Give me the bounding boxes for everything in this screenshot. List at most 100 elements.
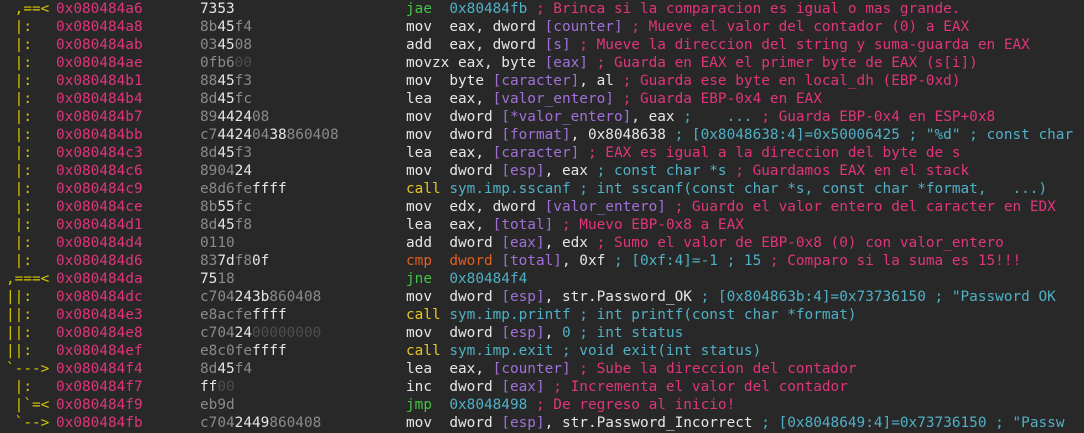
mnemonic: mov (406, 109, 432, 125)
operand-text[interactable]: sym.imp.sscanf (449, 181, 570, 197)
instruction-text: lea eax, [valor_entero] ; Guarda EBP-0x4… (406, 90, 1084, 108)
instruction-address[interactable]: 0x080484b1 (56, 72, 143, 90)
operand-text[interactable]: sym.imp.printf (449, 307, 570, 323)
instruction-address[interactable]: 0x080484c9 (56, 180, 143, 198)
operand-text: dword (449, 379, 502, 395)
operand-text[interactable]: sym.imp.exit (449, 343, 553, 359)
instruction-text: add eax, dword [s] ; Mueve la direccion … (406, 36, 1084, 54)
disasm-line[interactable]: |: 0x080484ce 8b55fc mov edx, dword [valor… (0, 198, 1084, 216)
mnemonic: mov (406, 415, 432, 431)
disasm-line[interactable]: ||: 0x080484dc c704243b860408 mov dword [e… (0, 288, 1084, 306)
operand-text[interactable]: 0x8048498 (449, 397, 527, 413)
operand-text: byte (449, 73, 493, 89)
instruction-address[interactable]: 0x080484a6 (56, 0, 143, 18)
opcode-byte-group: 0fb6 (200, 55, 235, 71)
instruction-address[interactable]: 0x080484e3 (56, 306, 143, 324)
disasm-line[interactable]: ||: 0x080484e3 e8acfeffff call sym.imp.pri… (0, 306, 1084, 324)
mnemonic: call (406, 181, 441, 197)
instruction-address[interactable]: 0x080484bb (56, 126, 143, 144)
disasm-line[interactable]: |: 0x080484bb c744240438860408 mov dword [… (0, 126, 1084, 144)
disasm-line[interactable]: |: 0x080484b1 8845f3 mov byte [caracter], … (0, 72, 1084, 90)
instruction-text: mov edx, dword [valor_entero] ; Guardo e… (406, 198, 1084, 216)
mnemonic: mov (406, 163, 432, 179)
instruction-address[interactable]: 0x080484b7 (56, 108, 143, 126)
instruction-address[interactable]: 0x080484e8 (56, 324, 143, 342)
instruction-text: lea eax, [caracter] ; EAX es igual a la … (406, 144, 1084, 162)
disasm-line[interactable]: |: 0x080484a8 8b45f4 mov eax, dword [count… (0, 18, 1084, 36)
opcode-byte-group: 89 (200, 109, 218, 125)
instruction-address[interactable]: 0x080484d6 (56, 252, 143, 270)
disasm-line[interactable]: |: 0x080484d6 837df80f cmp dword [total], … (0, 252, 1084, 270)
operand-text (432, 415, 449, 431)
instruction-address[interactable]: 0x080484d4 (56, 234, 143, 252)
disasm-line[interactable]: |`=< 0x080484f9 eb9d jmp 0x8048498 ; De re… (0, 396, 1084, 414)
disasm-line[interactable]: ||: 0x080484ef e8c0feffff call sym.imp.exi… (0, 342, 1084, 360)
disasm-line[interactable]: |: 0x080484c6 890424 mov dword [esp], eax … (0, 162, 1084, 180)
opcode-bytes: ff00 (200, 378, 235, 396)
operand-text[interactable]: 0 (562, 325, 571, 341)
disasm-line[interactable]: ,==< 0x080484a6 7353 jae 0x80484fb ; Brinc… (0, 0, 1084, 18)
disasm-line[interactable]: ,===< 0x080484da 7518 jne 0x80484f4 (0, 270, 1084, 288)
disasm-line[interactable]: |: 0x080484d1 8d45f8 lea eax, [total] ; Mu… (0, 216, 1084, 234)
comment-text: ; Mueve el valor del contador (0) a EAX (622, 19, 970, 35)
opcode-byte-group: 243b (234, 289, 270, 305)
disasm-line[interactable]: |: 0x080484f7 ff00 inc dword [eax] ; Incre… (0, 378, 1084, 396)
disasm-line[interactable]: |: 0x080484ab 034508 add eax, dword [s] ; … (0, 36, 1084, 54)
mnemonic: mov (406, 199, 432, 215)
opcode-byte-group: 0f (251, 253, 270, 269)
opcode-byte-group: ffff (251, 181, 287, 197)
operand-text: [valor_entero] (492, 91, 614, 107)
flow-arrow: |: (6, 199, 50, 215)
disasm-line[interactable]: `---> 0x080484f4 8d45f4 lea eax, [counter]… (0, 360, 1084, 378)
disasm-line[interactable]: |: 0x080484b7 89442408 mov dword [*valor_e… (0, 108, 1084, 126)
flow-arrow: |: (6, 163, 50, 179)
instruction-address[interactable]: 0x080484c3 (56, 144, 143, 162)
instruction-address[interactable]: 0x080484b4 (56, 90, 143, 108)
instruction-address[interactable]: 0x080484f7 (56, 378, 143, 396)
instruction-address[interactable]: 0x080484da (56, 270, 143, 288)
instruction-address[interactable]: 0x080484dc (56, 288, 143, 306)
operand-text: dword (449, 289, 502, 305)
instruction-address[interactable]: 0x080484f4 (56, 360, 143, 378)
disasm-line[interactable]: |: 0x080484c3 8d45f3 lea eax, [caracter] ;… (0, 144, 1084, 162)
operand-text: dword (449, 235, 502, 251)
opcode-bytes: 8b45f4 (200, 18, 252, 36)
opcode-byte-group: 860408 (269, 415, 322, 431)
operand-text: [counter] (492, 361, 571, 377)
instruction-text: mov dword [format], 0x8048638 ; [0x80486… (406, 126, 1084, 144)
instruction-address[interactable]: 0x080484a8 (56, 18, 143, 36)
disasm-line[interactable]: |: 0x080484d4 0110 add dword [eax], edx ; … (0, 234, 1084, 252)
instruction-text: mov eax, dword [counter] ; Mueve el valo… (406, 18, 1084, 36)
opcode-byte-group: fc (234, 91, 252, 107)
operand-text[interactable]: 0x80484fb (449, 1, 527, 17)
operand-text: [s] (544, 37, 571, 53)
disasm-line[interactable]: |: 0x080484b4 8d45fc lea eax, [valor_enter… (0, 90, 1084, 108)
operand-text (432, 73, 449, 89)
disasm-line[interactable]: |: 0x080484ae 0fb600 movzx eax, byte [eax]… (0, 54, 1084, 72)
opcode-bytes: 837df80f (200, 252, 269, 270)
instruction-address[interactable]: 0x080484fb (56, 414, 143, 432)
opcode-bytes: 8d45f3 (200, 144, 252, 162)
instruction-address[interactable]: 0x080484f9 (56, 396, 143, 414)
disasm-line[interactable]: |: 0x080484c9 e8d6feffff call sym.imp.ssca… (0, 180, 1084, 198)
instruction-address[interactable]: 0x080484ae (56, 54, 143, 72)
opcode-bytes: e8acfeffff (200, 306, 287, 324)
instruction-address[interactable]: 0x080484ce (56, 198, 143, 216)
instruction-address[interactable]: 0x080484ef (56, 342, 143, 360)
disassembly-terminal[interactable]: ,==< 0x080484a6 7353 jae 0x80484fb ; Brinc… (0, 0, 1084, 433)
operand-text[interactable]: 0x80484f4 (449, 271, 527, 287)
disasm-line[interactable]: ||: 0x080484e8 c7042400000000 mov dword [e… (0, 324, 1084, 342)
comment-text: ; Guarda ese byte en local_dh (EBP-0xd) (613, 73, 961, 89)
opcode-byte-group: 38 (269, 127, 287, 143)
disasm-line[interactable]: `--> 0x080484fb c7042449860408 mov dword [… (0, 414, 1084, 432)
mnemonic: add (406, 235, 432, 251)
operand-text: ; [0x804863b:4]=0x73736150 ; "Password O… (700, 289, 1056, 305)
opcode-bytes: 890424 (200, 162, 252, 180)
opcode-byte-group: 8b (200, 19, 218, 35)
instruction-address[interactable]: 0x080484c6 (56, 162, 143, 180)
opcode-byte-group: 08 (251, 109, 270, 125)
instruction-address[interactable]: 0x080484ab (56, 36, 143, 54)
instruction-address[interactable]: 0x080484d1 (56, 216, 143, 234)
operand-text: eax, byte (449, 55, 545, 71)
opcode-byte-group: 860408 (269, 289, 322, 305)
